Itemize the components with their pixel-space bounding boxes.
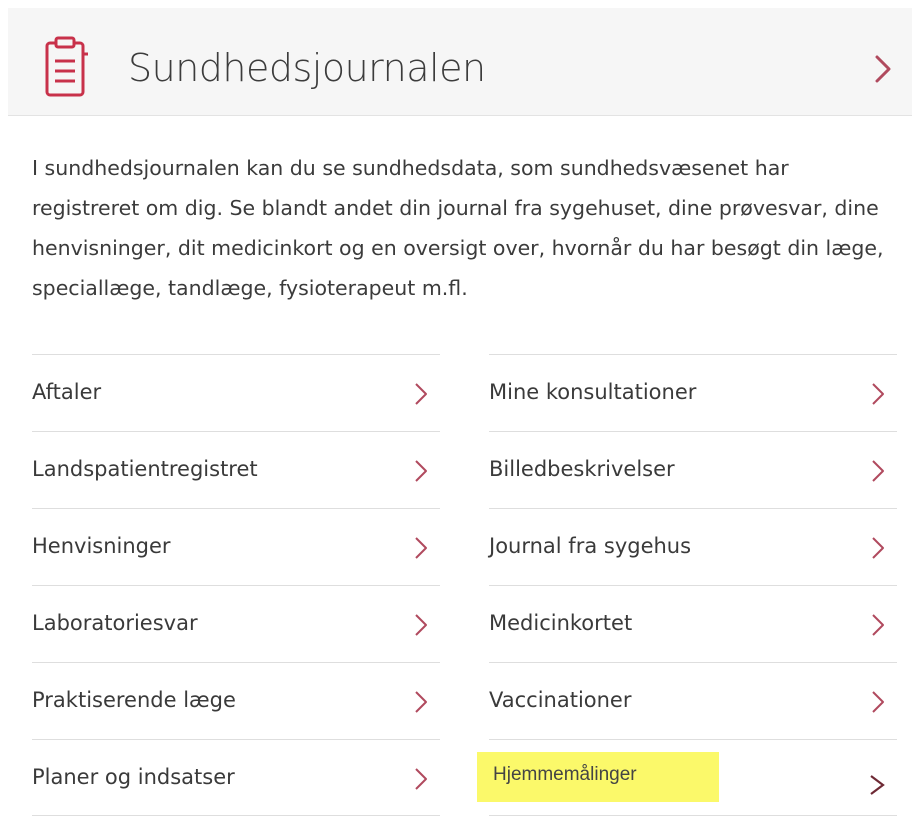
chevron-right-icon xyxy=(870,775,885,795)
chevron-right-icon xyxy=(872,691,884,713)
link-praktiserende-laege[interactable]: Praktiserende læge xyxy=(32,662,440,739)
link-label: Vaccinationer xyxy=(489,688,632,712)
link-henvisninger[interactable]: Henvisninger xyxy=(32,508,440,585)
link-label: Journal fra sygehus xyxy=(489,534,692,558)
links-left-column: Aftaler Landspatientregistret Henvisning… xyxy=(32,354,440,816)
chevron-right-icon xyxy=(415,460,427,482)
sundhedsjournalen-header[interactable]: Sundhedsjournalen xyxy=(8,8,912,116)
link-label: Hjemmemålinger xyxy=(493,764,637,785)
link-laboratoriesvar[interactable]: Laboratoriesvar xyxy=(32,585,440,662)
link-vaccinationer[interactable]: Vaccinationer xyxy=(489,662,897,739)
chevron-right-icon xyxy=(415,691,427,713)
chevron-right-icon xyxy=(872,614,884,636)
chevron-right-icon xyxy=(872,537,884,559)
chevron-right-icon xyxy=(872,460,884,482)
chevron-right-icon xyxy=(872,383,884,405)
link-label: Mine konsultationer xyxy=(489,380,697,404)
link-label: Aftaler xyxy=(32,380,102,404)
link-journal-fra-sygehus[interactable]: Journal fra sygehus xyxy=(489,508,897,585)
links-right-column: Mine konsultationer Billedbeskrivelser J… xyxy=(477,354,897,816)
link-label: Billedbeskrivelser xyxy=(489,457,675,481)
link-label: Henvisninger xyxy=(32,534,171,558)
chevron-right-icon xyxy=(415,614,427,636)
link-label: Medicinkortet xyxy=(489,611,633,635)
chevron-right-icon xyxy=(415,537,427,559)
chevron-right-icon xyxy=(415,383,427,405)
document-list-icon xyxy=(45,36,88,97)
chevron-right-icon[interactable] xyxy=(874,54,892,84)
page-title: Sundhedsjournalen xyxy=(128,46,486,90)
link-billedbeskrivelser[interactable]: Billedbeskrivelser xyxy=(489,431,897,508)
link-mine-konsultationer[interactable]: Mine konsultationer xyxy=(489,354,897,431)
link-label: Laboratoriesvar xyxy=(32,611,198,635)
link-hjemmemaalinger[interactable]: Hjemmemålinger xyxy=(477,739,897,816)
link-label: Landspatientregistret xyxy=(32,457,258,481)
link-label: Planer og indsatser xyxy=(32,765,235,789)
intro-text: I sundhedsjournalen kan du se sundhedsda… xyxy=(32,156,884,300)
chevron-right-icon xyxy=(415,768,427,790)
link-medicinkortet[interactable]: Medicinkortet xyxy=(489,585,897,662)
link-label: Praktiserende læge xyxy=(32,688,236,712)
link-landspatientregistret[interactable]: Landspatientregistret xyxy=(32,431,440,508)
link-aftaler[interactable]: Aftaler xyxy=(32,354,440,431)
link-planer-og-indsatser[interactable]: Planer og indsatser xyxy=(32,739,440,816)
